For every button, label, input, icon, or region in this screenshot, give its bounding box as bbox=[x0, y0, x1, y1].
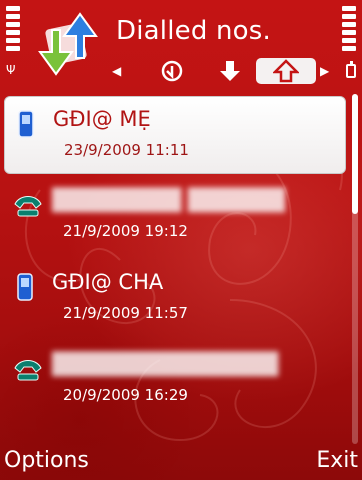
battery-level-bars bbox=[342, 6, 356, 54]
contact-name: GĐI@ MẸ bbox=[53, 107, 151, 131]
call-datetime: 21/9/2009 11:57 bbox=[63, 304, 188, 322]
contact-name-redacted: ██████████████ bbox=[52, 352, 279, 376]
page-title: Dialled nos. bbox=[116, 16, 271, 46]
call-datetime: 20/9/2009 16:29 bbox=[63, 386, 188, 404]
tab-previous-arrow-icon[interactable]: ◀ bbox=[112, 64, 121, 78]
landline-phone-icon bbox=[12, 190, 44, 224]
dialled-calls-icon bbox=[273, 59, 299, 83]
battery-icon bbox=[346, 61, 356, 78]
tab-dialled-calls[interactable] bbox=[256, 58, 316, 84]
list-item[interactable]: GĐI@ MẸ 23/9/2009 11:11 bbox=[4, 96, 346, 174]
signal-strength-bars bbox=[6, 6, 20, 54]
contact-name-redacted: ████████ ██████ bbox=[52, 188, 285, 212]
list-item[interactable]: ██████████████ 20/9/2009 16:29 bbox=[4, 342, 346, 420]
list-item[interactable]: ████████ ██████ 21/9/2009 19:12 bbox=[4, 178, 346, 256]
call-log-arrows-icon bbox=[38, 12, 98, 76]
scrollbar-thumb[interactable] bbox=[352, 94, 358, 214]
call-datetime: 21/9/2009 19:12 bbox=[63, 222, 188, 240]
call-datetime: 23/9/2009 11:11 bbox=[64, 141, 189, 159]
list-item[interactable]: GĐI@ CHA 21/9/2009 11:57 bbox=[4, 260, 346, 338]
tab-missed-calls[interactable] bbox=[210, 58, 250, 84]
mobile-phone-icon bbox=[13, 109, 39, 143]
received-calls-icon bbox=[161, 60, 183, 82]
missed-calls-icon bbox=[220, 61, 240, 81]
tab-next-arrow-icon[interactable]: ▶ bbox=[320, 64, 329, 78]
tab-received-calls[interactable] bbox=[152, 58, 192, 84]
scrollbar[interactable] bbox=[352, 94, 358, 444]
contact-name: GĐI@ CHA bbox=[52, 270, 164, 294]
options-softkey[interactable]: Options bbox=[4, 448, 89, 473]
exit-softkey[interactable]: Exit bbox=[316, 448, 358, 473]
landline-phone-icon bbox=[12, 354, 44, 388]
mobile-phone-icon bbox=[12, 272, 38, 306]
antenna-icon: Ψ bbox=[6, 63, 16, 77]
